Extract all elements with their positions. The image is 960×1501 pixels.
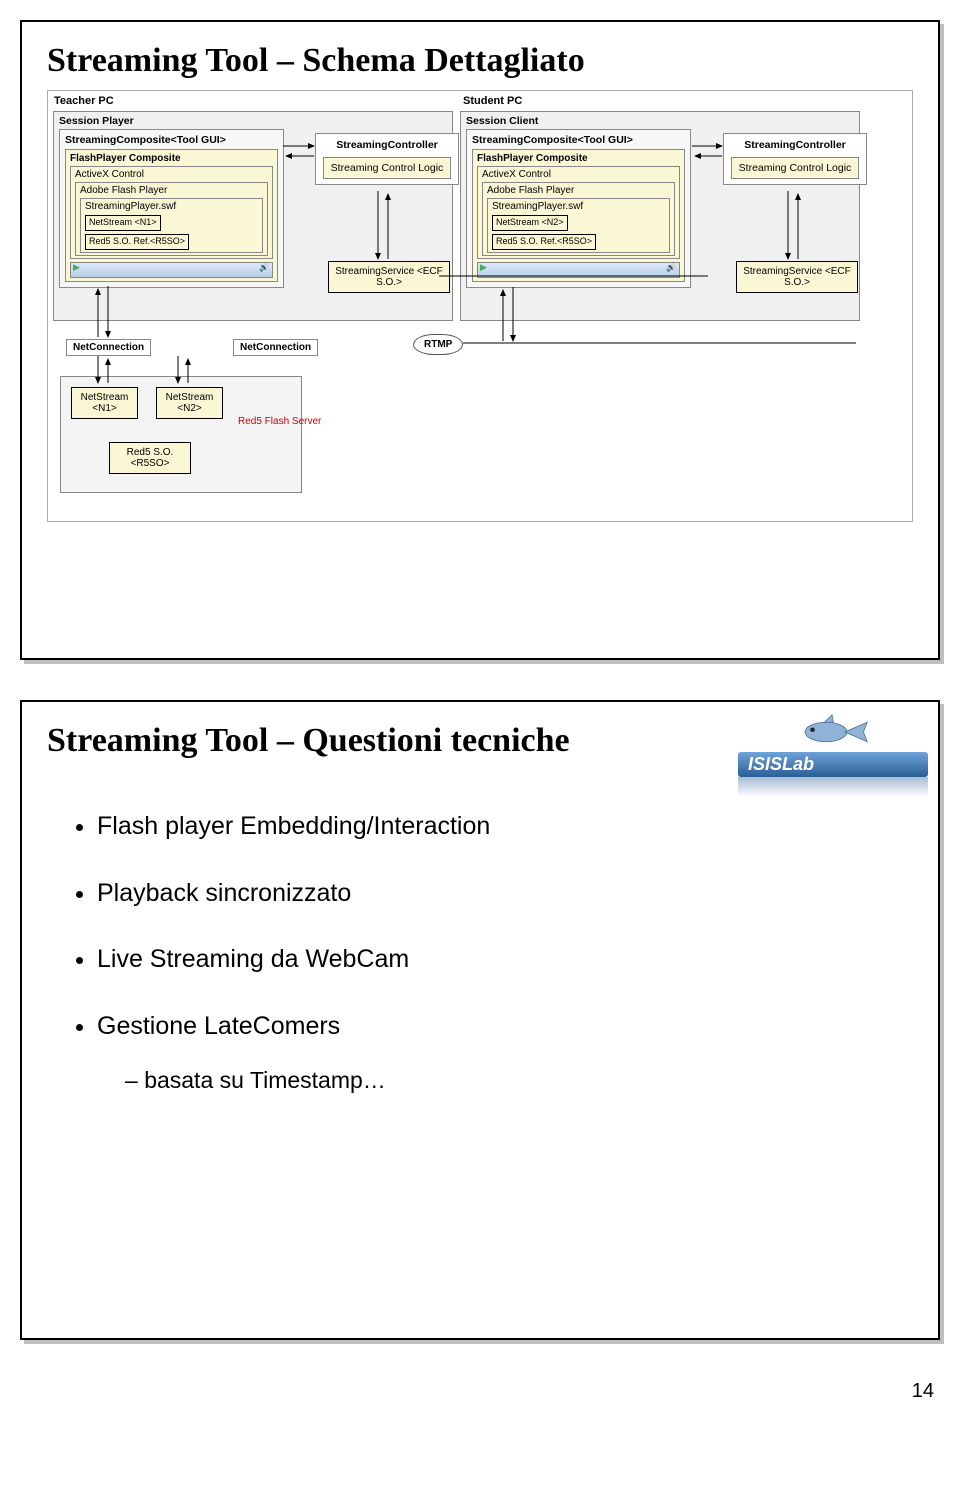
- label-student-pc: Student PC: [463, 95, 522, 107]
- teacher-composite-title: StreamingComposite<Tool GUI>: [65, 134, 278, 146]
- teacher-activex: ActiveX Control Adobe Flash Player Strea…: [70, 166, 273, 259]
- server-box: NetStream <N1> NetStream <N2> Red5 S.O. …: [60, 376, 302, 493]
- slide-2: Streaming Tool – Questioni tecniche ISIS…: [20, 700, 940, 1340]
- student-service: StreamingService <ECF S.O.>: [736, 261, 858, 293]
- server-netstream-n2: NetStream <N2>: [156, 387, 223, 419]
- bullet-3: Live Streaming da WebCam: [97, 933, 913, 986]
- teacher-netstream-n1: NetStream <N1>: [85, 215, 161, 231]
- teacher-red5-ref: Red5 S.O. Ref.<R5SO>: [85, 234, 189, 250]
- sub-list: basata su Timestamp…: [97, 1056, 913, 1104]
- student-controller: StreamingController Streaming Control Lo…: [723, 133, 867, 185]
- fish-icon: [796, 712, 871, 752]
- student-flash-composite: FlashPlayer Composite ActiveX Control Ad…: [472, 149, 685, 282]
- diagram-area: Teacher PC Student PC Session Player Str…: [47, 90, 913, 522]
- server-netstream-n1: NetStream <N1>: [71, 387, 138, 419]
- student-composite-pane: StreamingComposite<Tool GUI> FlashPlayer…: [466, 129, 691, 288]
- teacher-swf: StreamingPlayer.swf NetStream <N1> Red5 …: [80, 198, 263, 253]
- player-controls-bar[interactable]: [70, 262, 273, 278]
- slide-1: Streaming Tool – Schema Dettagliato Teac…: [20, 20, 940, 660]
- teacher-service: StreamingService <ECF S.O.>: [328, 261, 450, 293]
- student-netstream-n2: NetStream <N2>: [492, 215, 568, 231]
- student-player-bar[interactable]: [477, 262, 680, 278]
- page-number: 14: [20, 1380, 934, 1403]
- teacher-controller: StreamingController Streaming Control Lo…: [315, 133, 459, 185]
- student-red5-ref: Red5 S.O. Ref.<R5SO>: [492, 234, 596, 250]
- brand-badge: ISISLab: [738, 712, 928, 797]
- bullet-1: Flash player Embedding/Interaction: [97, 800, 913, 853]
- red5-server-label: Red5 Flash Server: [238, 416, 321, 427]
- bullet-list: Flash player Embedding/Interaction Playb…: [57, 800, 913, 1104]
- label-teacher-pc: Teacher PC: [54, 95, 114, 107]
- bullet-4: Gestione LateComers basata su Timestamp…: [97, 1000, 913, 1105]
- teacher-composite-pane: StreamingComposite<Tool GUI> FlashPlayer…: [59, 129, 284, 288]
- server-red5-so: Red5 S.O. <R5SO>: [109, 442, 191, 474]
- bullet-2: Playback sincronizzato: [97, 867, 913, 920]
- session-client-label: Session Client: [466, 115, 854, 127]
- teacher-flash-composite: FlashPlayer Composite ActiveX Control Ad…: [65, 149, 278, 282]
- netconnection-1: NetConnection: [66, 339, 151, 356]
- brand-shadow: [738, 777, 928, 797]
- rtmp-cloud: RTMP: [413, 334, 463, 355]
- session-player-label: Session Player: [59, 115, 447, 127]
- netconnection-2: NetConnection: [233, 339, 318, 356]
- bullet-4-sub: basata su Timestamp…: [125, 1056, 913, 1104]
- brand-label: ISISLab: [738, 752, 928, 777]
- slide1-title: Streaming Tool – Schema Dettagliato: [47, 42, 913, 80]
- teacher-flash-player: Adobe Flash Player StreamingPlayer.swf N…: [75, 182, 268, 256]
